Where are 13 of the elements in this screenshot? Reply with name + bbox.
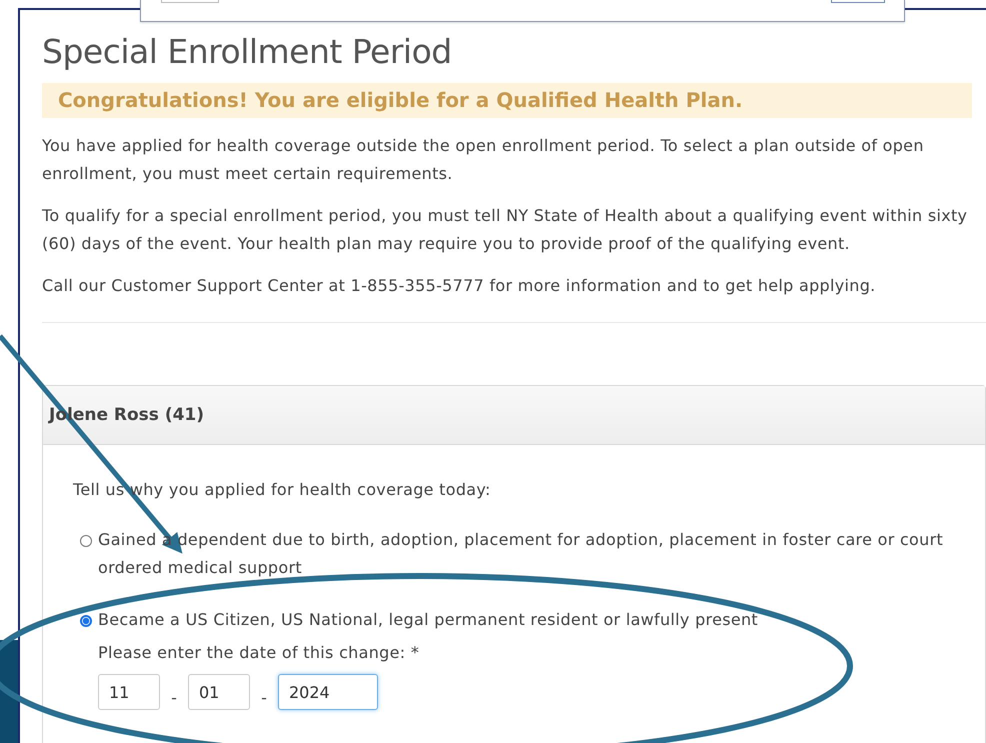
date-separator: - [170, 688, 178, 706]
field-label: Please enter the date of this change: * [98, 643, 420, 662]
info-text: You have applied for health coverage outside the open enrollment period. To select a plan outside of open enrollment, you must meet certain requirements. [42, 135, 925, 185]
option-label: Became a US Citizen, US National, legal permanent resident or lawfully present [98, 609, 758, 631]
date-field[interactable]: 01 [188, 674, 250, 710]
date-field[interactable]: 11 [98, 674, 160, 710]
date-separator: - [260, 688, 268, 706]
page-title: Special Enrollment Period [42, 32, 453, 71]
success-banner: Congratulations! You are eligible for a Qualified Health Plan. [42, 83, 972, 118]
date-field[interactable]: 2024 [278, 674, 378, 710]
info-text: Call our Customer Support Center at 1-855-355-5777 for more information and to get help applying. [42, 275, 877, 297]
info-text: To qualify for a special enrollment period, you must tell NY State of Health about a qualifying event within sixty (60) days of the event. Your health plan may require you to provide proof of the qualifying event. [42, 205, 968, 255]
question-text: Tell us why you applied for health coverage today: [73, 480, 492, 499]
